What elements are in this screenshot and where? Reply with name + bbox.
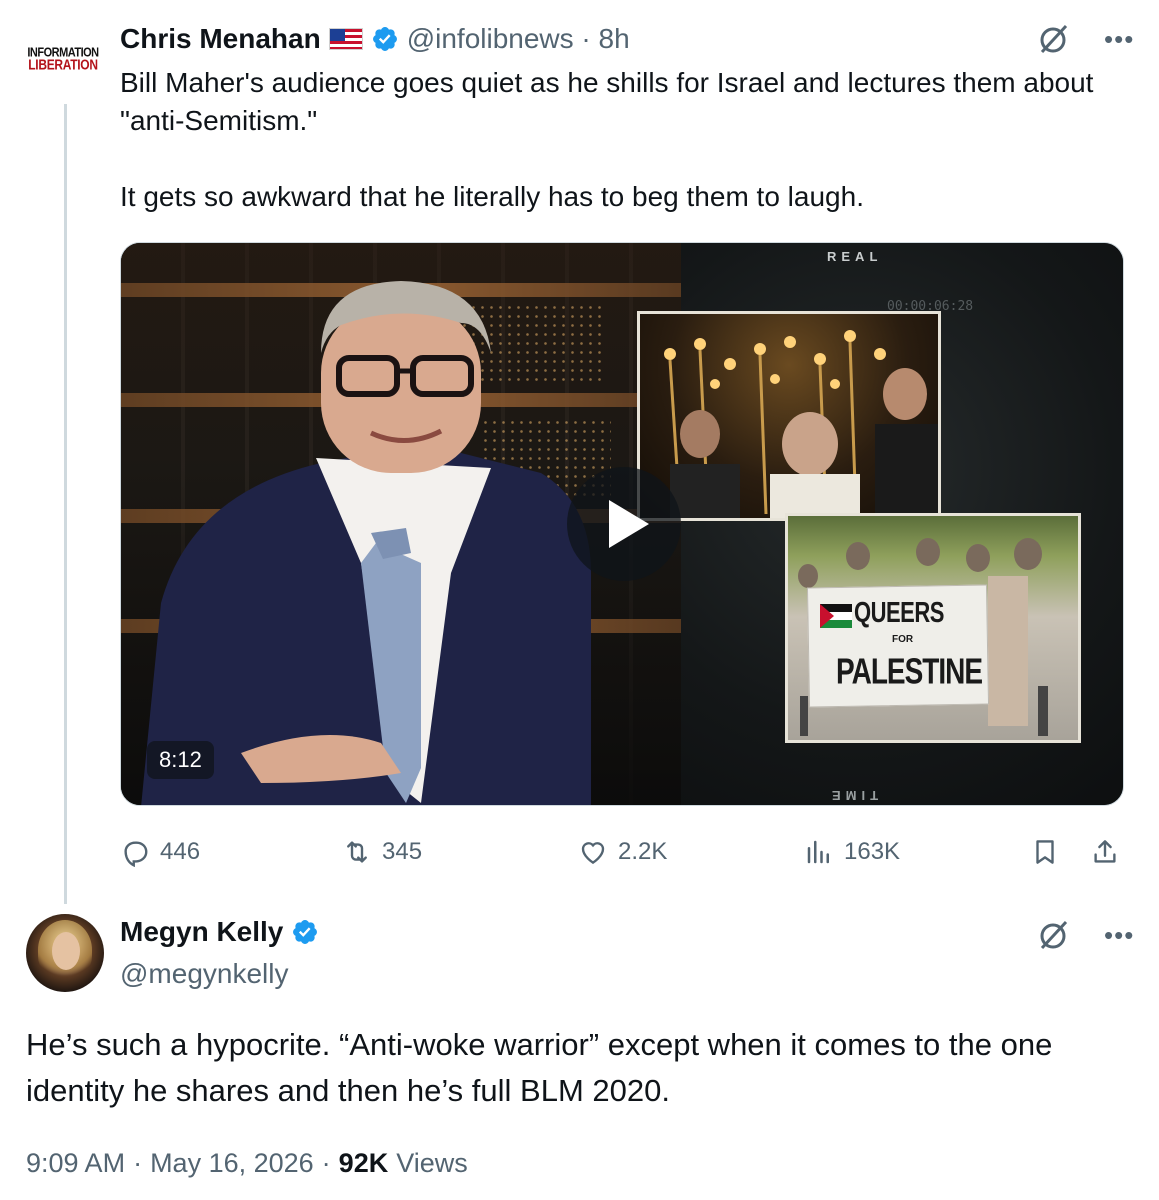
bookmark-icon: [1036, 840, 1054, 864]
video-duration: 8:12: [147, 741, 214, 779]
thread-connector-line: [64, 104, 67, 904]
parent-tweet-header: Chris Menahan @infolibnews · 8h: [120, 20, 630, 58]
reply-button[interactable]: 446: [120, 830, 200, 874]
like-count: 2.2K: [618, 838, 668, 865]
video-overlay-top-text: REAL: [827, 249, 883, 264]
parent-avatar[interactable]: INFORMATION LIBERATION: [22, 40, 104, 80]
us-flag-icon: [328, 28, 363, 50]
main-menu-group: •••: [1036, 918, 1134, 952]
protest-banner-photo: QUEERS FOR PALESTINE: [785, 513, 1081, 743]
banner-text-line1: QUEERS: [854, 596, 944, 629]
torch-rally-photo: [637, 311, 941, 521]
repost-icon: [347, 841, 367, 863]
main-author-name-row: Megyn Kelly: [120, 916, 319, 948]
main-author-handle[interactable]: @megynkelly: [120, 958, 288, 990]
analytics-icon: [807, 840, 829, 864]
heart-icon: [581, 842, 605, 865]
views-count: 163K: [844, 838, 901, 865]
parent-handle-time[interactable]: @infolibnews · 8h: [407, 23, 630, 55]
palestine-flag-icon: [820, 604, 852, 628]
main-author-name[interactable]: Megyn Kelly: [120, 916, 283, 948]
share-icon: [1094, 840, 1116, 863]
video-player[interactable]: REAL 00:00:06:28 TIME QUEERS FOR PALESTI…: [120, 242, 1124, 806]
repost-count: 345: [382, 838, 423, 865]
views-button[interactable]: 163K: [804, 830, 900, 874]
avatar-logo-bottom: LIBERATION: [28, 56, 98, 74]
verified-badge-icon: [372, 27, 397, 51]
grok-icon[interactable]: [1036, 918, 1070, 952]
main-tweet-text: He’s such a hypocrite. “Anti-woke warrio…: [26, 1027, 1053, 1108]
bookmark-button[interactable]: [1030, 830, 1060, 874]
verified-badge-icon: [293, 920, 318, 944]
banner-text-line3: PALESTINE: [836, 651, 983, 692]
tweet-views-count: 92K: [338, 1148, 389, 1178]
tweet-date[interactable]: May 16, 2026: [150, 1148, 314, 1179]
parent-action-bar: 446 345 2.2K 163K: [120, 830, 1124, 874]
share-button[interactable]: [1090, 830, 1120, 874]
tweet-views-label: Views: [396, 1148, 468, 1178]
tweet-time[interactable]: 9:09 AM: [26, 1148, 125, 1179]
megyn-kelly-avatar[interactable]: [26, 914, 104, 992]
more-options-icon[interactable]: •••: [1104, 922, 1134, 948]
banner-text-line2: FOR: [892, 634, 914, 645]
parent-menu-group: •••: [1036, 22, 1134, 56]
play-button[interactable]: [567, 467, 681, 581]
meta-separator: ·: [321, 1148, 331, 1178]
meta-separator: ·: [133, 1148, 143, 1178]
main-tweet-meta: 9:09 AM · May 16, 2026 · 92K Views: [26, 1148, 468, 1179]
parent-author-name[interactable]: Chris Menahan: [120, 23, 321, 55]
video-overlay-bottom-text: TIME: [827, 788, 879, 803]
like-button[interactable]: 2.2K: [578, 830, 667, 874]
repost-button[interactable]: 345: [342, 830, 422, 874]
reply-count: 446: [160, 838, 201, 865]
more-options-icon[interactable]: •••: [1104, 26, 1134, 52]
parent-tweet-text: Bill Maher's audience goes quiet as he s…: [120, 67, 1094, 212]
reply-icon: [124, 841, 148, 867]
grok-icon[interactable]: [1036, 22, 1070, 56]
